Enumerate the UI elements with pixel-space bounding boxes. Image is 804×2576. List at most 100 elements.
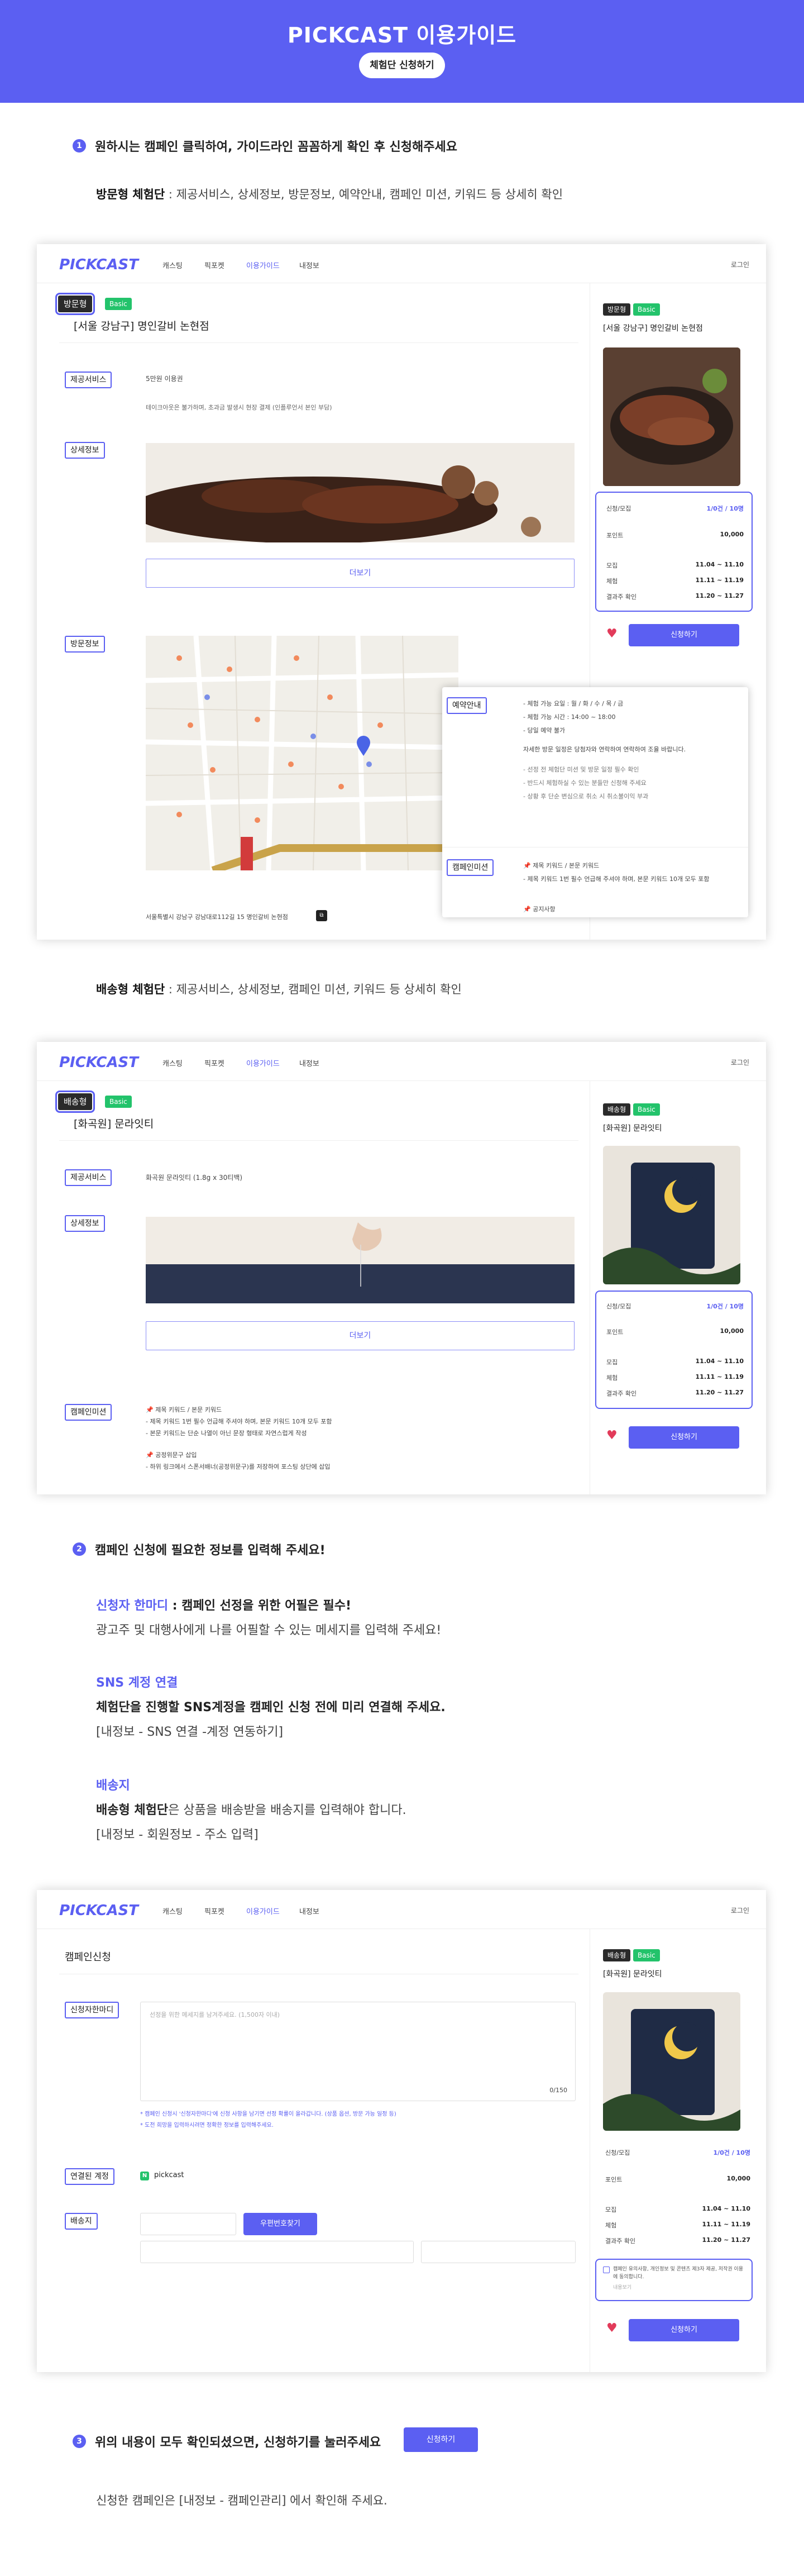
reserve-label: 예약안내 (447, 697, 487, 714)
side-tag-badge: Basic (633, 303, 660, 316)
top-nav: PICKCAST 캐스팅 픽포켓 이용가이드 내정보 로그인 (37, 1890, 766, 1929)
apply-button[interactable]: 신청하기 (629, 2319, 739, 2341)
agree-text: 캠페인 유의사항, 개인정보 및 콘텐츠 제3자 제공, 저작권 이용에 동의합… (613, 2267, 744, 2280)
info-row: 체험 11.11 ~ 11.19 (606, 577, 744, 585)
side-tag-badge: Basic (633, 1103, 660, 1116)
side-title: [화곡원] 문라잇티 (603, 1970, 662, 1979)
nav-item-guide[interactable]: 이용가이드 (246, 1058, 280, 1068)
notice-line: * 도전 희망을 입력하시려면 정확한 정보를 입력해주세요. (140, 2122, 274, 2129)
food-photo (146, 443, 575, 542)
info-row: 포인트 10,000 (606, 1327, 744, 1336)
campaign-title: [화곡원] 문라잇티 (74, 1118, 154, 1130)
apply-button-sample[interactable]: 신청하기 (404, 2427, 478, 2452)
apply-button[interactable]: 신청하기 (629, 1426, 739, 1449)
memo-textarea[interactable]: 선정을 위한 메세지를 남겨주세요. (1,500자 이내) 0/150 (140, 2002, 576, 2101)
side-title: [서울 강남구] 명인갈비 논현점 (603, 324, 703, 333)
heart-icon[interactable]: ♥ (606, 2321, 618, 2335)
apply-button[interactable]: 신청하기 (629, 624, 739, 646)
step-text: 위의 내용이 모두 확인되셨으면, 신청하기를 눌러주세요 (95, 2436, 381, 2450)
nav-item-myinfo[interactable]: 내정보 (299, 260, 319, 270)
service-text: 5만원 이용권 (146, 375, 183, 383)
heart-icon[interactable]: ♥ (606, 1429, 618, 1442)
nav-item-myinfo[interactable]: 내정보 (299, 1906, 319, 1916)
top-nav: PICKCAST 캐스팅 픽포켓 이용가이드 내정보 로그인 (37, 244, 766, 283)
product-image (603, 347, 740, 486)
step-number: 2 (73, 1542, 86, 1556)
type-badge: 배송형 (55, 1091, 95, 1113)
zipcode-search-button[interactable]: 우편번호찾기 (243, 2213, 317, 2235)
info-row: 포인트 10,000 (605, 2175, 750, 2183)
apply-guide-pill: 체험단 신청하기 (359, 53, 445, 78)
sns-label: 연결된 계정 (65, 2168, 114, 2185)
nav-item-guide[interactable]: 이용가이드 (246, 260, 280, 270)
nav-item-pickpocket[interactable]: 픽포켓 (204, 260, 224, 270)
agree-view-link[interactable]: 내용보기 (613, 2283, 631, 2291)
tea-image (146, 1217, 575, 1303)
blog-icon: N (140, 2172, 149, 2180)
info-row: 포인트 10,000 (606, 531, 744, 539)
memo-guide: 신청자 한마디 : 캠페인 선정을 위한 어필은 필수! 광고주 및 대행사에게… (96, 1599, 442, 1637)
more-button[interactable]: 더보기 (146, 1321, 575, 1350)
delivery-campaign-screenshot: PICKCAST 캐스팅 픽포켓 이용가이드 내정보 로그인 배송형 Basic… (37, 1042, 766, 1494)
final-note: 신청한 캠페인은 [내정보 - 캠페인관리] 에서 확인해 주세요. (96, 2494, 387, 2507)
heart-icon[interactable]: ♥ (606, 627, 618, 641)
nav-item-casting[interactable]: 캐스팅 (162, 1906, 183, 1916)
step-2: 2 캠페인 신청에 필요한 정보를 입력해 주세요! (73, 1540, 326, 1558)
campaign-info-box: 신청/모집 1/0건 / 10명 포인트 10,000 모집 11.04 ~ 11.1… (595, 492, 753, 612)
more-button[interactable]: 더보기 (146, 559, 575, 588)
map[interactable] (146, 636, 458, 870)
page-title: 캠페인신청 (65, 1951, 111, 1963)
nav-item-guide[interactable]: 이용가이드 (246, 1906, 280, 1916)
side-type-badge: 배송형 (603, 1949, 631, 1961)
side-type-badge: 배송형 (603, 1103, 631, 1116)
sns-account: pickcast (154, 2171, 184, 2179)
address-text: 서울특별시 강남구 강남대로112길 15 명인갈비 논현점 (146, 913, 288, 921)
info-row: 신청/모집 1/0건 / 10명 (605, 2149, 750, 2156)
login-link[interactable]: 로그인 (731, 260, 749, 269)
nav-item-pickpocket[interactable]: 픽포켓 (204, 1906, 224, 1916)
info-row: 신청/모집 1/0건 / 10명 (606, 1303, 744, 1310)
agreement-box: 캠페인 유의사항, 개인정보 및 콘텐츠 제3자 제공, 저작권 이용에 동의합… (595, 2259, 753, 2301)
tag-badge: Basic (105, 298, 132, 310)
address-detail-input[interactable] (421, 2241, 576, 2263)
campaign-info-box: 신청/모집 1/0건 / 10명 포인트 10,000 모집 11.04 ~ 11.1… (595, 1291, 753, 1409)
login-link[interactable]: 로그인 (731, 1906, 749, 1915)
nav-item-casting[interactable]: 캐스팅 (162, 260, 183, 270)
step-text: 캠페인 신청에 필요한 정보를 입력해 주세요! (95, 1544, 326, 1558)
nav-item-pickpocket[interactable]: 픽포켓 (204, 1058, 224, 1068)
detail-label: 상세정보 (65, 1215, 105, 1232)
apply-form-screenshot: PICKCAST 캐스팅 픽포켓 이용가이드 내정보 로그인 캠페인신청 신청자… (37, 1890, 766, 2372)
address-input[interactable] (140, 2241, 414, 2263)
nav-item-myinfo[interactable]: 내정보 (299, 1058, 319, 1068)
detail-label: 상세정보 (65, 442, 105, 459)
divider (59, 1140, 578, 1141)
step-3: 3 위의 내용이 모두 확인되셨으면, 신청하기를 눌러주세요 (73, 2432, 381, 2450)
info-row: 체험 11.11 ~ 11.19 (606, 1373, 744, 1382)
logo[interactable]: PICKCAST (59, 1902, 138, 1919)
info-row: 모집 11.04 ~ 11.10 (605, 2205, 750, 2213)
service-label: 제공서비스 (65, 1169, 112, 1186)
copy-icon[interactable]: ⧉ (316, 910, 327, 921)
visit-detail-popup: 예약안내 - 체험 가능 요일 : 월 / 화 / 수 / 목 / 금 - 체험… (442, 687, 748, 917)
agree-checkbox[interactable] (603, 2267, 610, 2273)
memo-label: 신청자한마디 (65, 2002, 119, 2018)
product-photo (146, 1217, 575, 1303)
step-number: 1 (73, 139, 86, 153)
mission-label: 캠페인미션 (447, 859, 494, 876)
guide-header: PICKCAST 이용가이드 체험단 신청하기 (0, 0, 804, 103)
step-1: 1 원하시는 캠페인 클릭하여, 가이드라인 꼼꼼하게 확인 후 신청해주세요 (73, 137, 457, 155)
type-badge: 방문형 (55, 293, 95, 315)
sns-guide: SNS 계정 연결 체험단을 진행할 SNS계정을 캠페인 신청 전에 미리 연… (96, 1676, 446, 1739)
step-number: 3 (73, 2435, 86, 2448)
nav-item-casting[interactable]: 캐스팅 (162, 1058, 183, 1068)
address-label: 배송지 (65, 2213, 98, 2230)
login-link[interactable]: 로그인 (731, 1058, 749, 1067)
info-row: 결과주 확인 11.20 ~ 11.27 (606, 592, 744, 601)
visit-campaign-screenshot: PICKCAST 캐스팅 픽포켓 이용가이드 내정보 로그인 방문형 Basic… (37, 244, 766, 940)
memo-placeholder: 선정을 위한 메세지를 남겨주세요. (1,500자 이내) (150, 2011, 280, 2018)
visit-info-label: 방문정보 (65, 636, 105, 653)
logo[interactable]: PICKCAST (59, 1054, 138, 1071)
logo[interactable]: PICKCAST (59, 256, 138, 273)
product-image (603, 1992, 740, 2131)
zipcode-input[interactable] (140, 2213, 236, 2235)
